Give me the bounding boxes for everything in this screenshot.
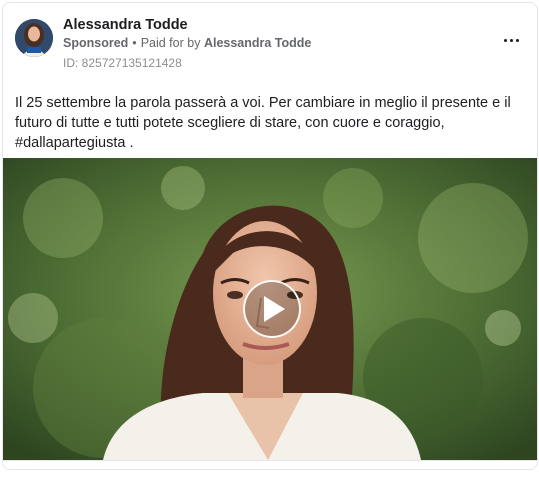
advertiser-name[interactable]: Alessandra Todde <box>63 17 188 33</box>
advertiser-avatar[interactable] <box>15 19 53 57</box>
more-options-icon[interactable] <box>499 31 523 49</box>
play-icon[interactable] <box>243 280 301 338</box>
ad-header: Alessandra Todde Sponsored • Paid for by A… <box>3 3 537 83</box>
ad-id: ID: 825727135121428 <box>63 56 182 70</box>
sponsored-label: Sponsored <box>63 36 129 50</box>
ad-body-text: Il 25 settembre la parola passerà a voi.… <box>15 95 511 151</box>
card-divider <box>3 460 537 461</box>
separator-dot: • <box>132 36 137 50</box>
payer-name[interactable]: Alessandra Todde <box>204 36 311 50</box>
ad-video[interactable] <box>3 158 537 460</box>
sponsor-line: Sponsored • Paid for by Alessandra Todde <box>63 36 311 50</box>
paid-for-label: Paid for by <box>140 36 201 50</box>
ad-card: Alessandra Todde Sponsored • Paid for by A… <box>2 2 538 470</box>
